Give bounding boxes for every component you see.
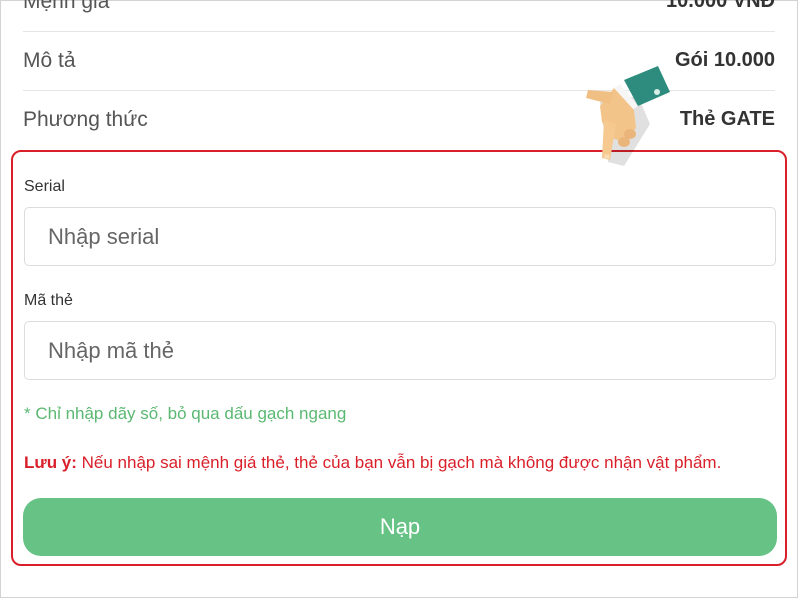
- warning-note-prefix: Lưu ý:: [24, 453, 77, 472]
- warning-note: Lưu ý: Nếu nhập sai mệnh giá thẻ, thẻ củ…: [24, 453, 721, 473]
- info-row-denomination: Mệnh giá 10.000 VNĐ: [23, 0, 775, 32]
- pointing-hand-icon: [586, 66, 670, 166]
- card-code-input[interactable]: [24, 321, 776, 380]
- description-label: Mô tả: [23, 48, 76, 72]
- serial-input[interactable]: [24, 207, 776, 266]
- denomination-value: 10.000 VNĐ: [666, 0, 775, 12]
- warning-note-text: Nếu nhập sai mệnh giá thẻ, thẻ của bạn v…: [76, 453, 722, 472]
- denomination-label: Mệnh giá: [23, 0, 110, 13]
- description-value: Gói 10.000: [674, 49, 775, 71]
- serial-label: Serial: [24, 178, 65, 195]
- input-hint: * Chỉ nhập dãy số, bỏ qua dấu gạch ngang: [24, 404, 347, 423]
- submit-button[interactable]: Nạp: [23, 498, 777, 556]
- card-topup-form: Serial Mã thẻ * Chỉ nhập dãy số, bỏ qua …: [11, 150, 787, 566]
- card-code-label: Mã thẻ: [24, 292, 73, 309]
- method-value: Thẻ GATE: [679, 108, 775, 130]
- method-label: Phương thức: [23, 107, 148, 131]
